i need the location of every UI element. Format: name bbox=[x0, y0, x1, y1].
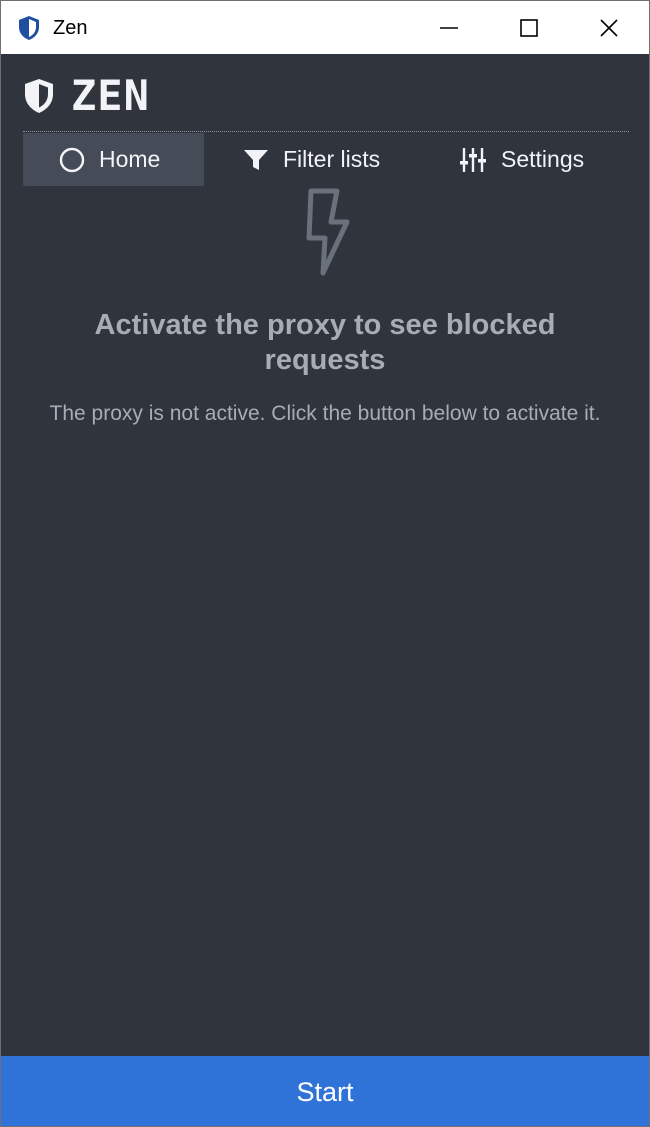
app-content: ZEN Home Filter lists Settings Activate … bbox=[1, 54, 649, 1126]
app-window: Zen ZEN Home Filter lists Settings Activ… bbox=[0, 0, 650, 1127]
shield-icon bbox=[25, 79, 53, 113]
tab-settings[interactable]: Settings bbox=[459, 133, 629, 186]
tab-bar: Home Filter lists Settings bbox=[23, 133, 629, 186]
maximize-icon bbox=[520, 18, 538, 37]
close-button[interactable] bbox=[569, 1, 649, 54]
empty-state-description: The proxy is not active. Click the butto… bbox=[49, 402, 601, 425]
tab-filter-lists[interactable]: Filter lists bbox=[241, 133, 421, 186]
brand-name: ZEN bbox=[71, 71, 150, 120]
empty-state-title: Activate the proxy to see blocked reques… bbox=[94, 309, 556, 376]
tab-settings-label: Settings bbox=[501, 146, 585, 172]
start-button[interactable]: Start bbox=[1, 1056, 649, 1126]
brand: ZEN bbox=[23, 74, 150, 118]
lightning-icon bbox=[306, 188, 350, 276]
maximize-button[interactable] bbox=[489, 1, 569, 54]
window-title: Zen bbox=[53, 17, 88, 39]
header-divider bbox=[23, 131, 629, 132]
tab-home-label: Home bbox=[99, 146, 161, 172]
filter-icon bbox=[244, 149, 268, 170]
minimize-icon bbox=[440, 26, 458, 29]
tab-home[interactable]: Home bbox=[23, 133, 204, 186]
minimize-button[interactable] bbox=[409, 1, 489, 54]
tab-filter-lists-label: Filter lists bbox=[283, 146, 381, 172]
title-bar[interactable]: Zen bbox=[1, 1, 649, 54]
shield-icon bbox=[19, 16, 39, 40]
close-icon bbox=[600, 18, 618, 37]
sliders-icon bbox=[460, 147, 486, 172]
circle-icon bbox=[59, 147, 85, 172]
